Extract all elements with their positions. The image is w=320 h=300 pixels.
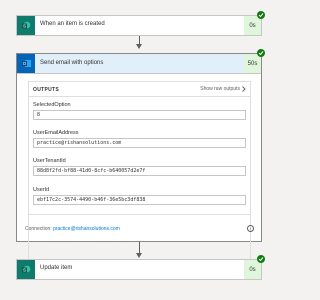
show-raw-outputs-label: Show raw outputs — [200, 86, 240, 92]
field-label-user-id: UserId — [33, 187, 50, 193]
outputs-title: OUTPUTS — [33, 87, 59, 93]
field-value-user-email: practice@rishansolutions.com — [33, 138, 246, 148]
svg-text:S: S — [23, 23, 26, 28]
step-title: When an item is created — [40, 21, 105, 27]
success-check-icon — [257, 255, 265, 263]
step-title: Send email with options — [40, 60, 104, 66]
sharepoint-icon: S — [17, 260, 35, 279]
connection-account-link[interactable]: practice@rishansolutions.com — [53, 226, 120, 232]
step-title: Update item — [40, 265, 73, 271]
divider — [29, 96, 250, 97]
show-raw-outputs-link[interactable]: Show raw outputs — [200, 86, 246, 92]
arrow-down-icon — [136, 253, 142, 258]
step-duration: 0s — [244, 260, 261, 279]
connection-info: Connection: practice@rishansolutions.com — [25, 226, 120, 232]
svg-text:O: O — [22, 61, 26, 66]
outputs-panel: OUTPUTS Show raw outputs SelectedOption … — [28, 81, 251, 215]
sharepoint-icon: S — [17, 16, 35, 35]
field-value-user-tenant-id: 88d8f2fd-bf88-41d0-8cfc-b640057d2e7f — [33, 166, 246, 176]
field-label-user-tenant-id: UserTenantId — [33, 158, 66, 164]
card-header[interactable]: O Send email with options 50s — [17, 54, 261, 74]
field-label-user-email: UserEmailAddress — [33, 130, 79, 136]
outlook-icon: O — [17, 54, 35, 73]
field-value-user-id: ebf17c2c-3574-4490-b46f-36e5bc3df838 — [33, 195, 246, 205]
success-check-icon — [257, 49, 265, 57]
connection-label: Connection: — [25, 226, 52, 232]
info-icon[interactable]: i — [247, 225, 254, 232]
field-value-selected-option: 8 — [33, 110, 246, 120]
step-update-item[interactable]: S Update item 0s — [16, 259, 262, 280]
step-duration: 50s — [244, 54, 261, 73]
svg-text:S: S — [23, 267, 26, 272]
chevron-right-icon — [242, 86, 246, 92]
field-label-selected-option: SelectedOption — [33, 102, 71, 108]
success-check-icon — [257, 11, 265, 19]
step-duration: 0s — [244, 16, 261, 35]
step-when-item-created[interactable]: S When an item is created 0s — [16, 15, 262, 36]
arrow-down-icon — [136, 44, 142, 49]
